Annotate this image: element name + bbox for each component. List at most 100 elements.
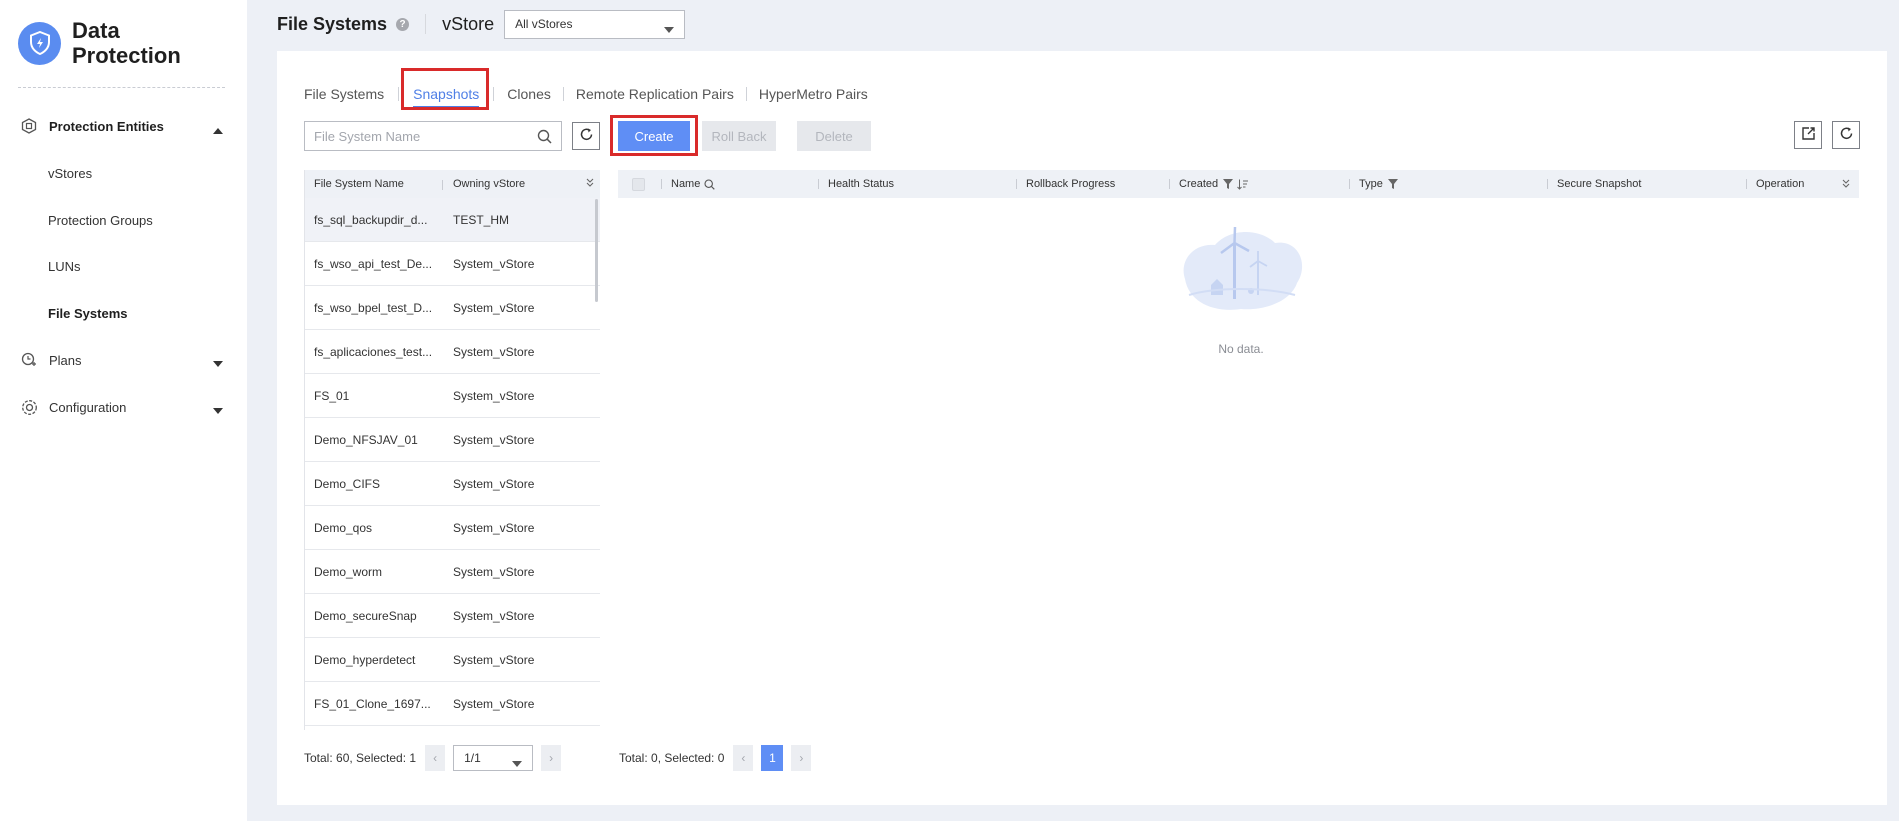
table-row[interactable]: Demo_secureSnap System_vStore [305, 594, 600, 638]
search-placeholder: File System Name [314, 128, 421, 144]
cell-owning-vstore: TEST_HM [453, 212, 510, 227]
refresh-icon [1839, 126, 1854, 144]
table-row[interactable]: Demo_NFSJAV_01 System_vStore [305, 418, 600, 462]
next-page-button[interactable]: › [791, 745, 812, 771]
table-row[interactable]: Demo_CIFS System_vStore [305, 462, 600, 506]
column-name[interactable]: Name [660, 170, 716, 198]
tab-divider [562, 87, 564, 101]
cell-owning-vstore: System_vStore [453, 432, 535, 447]
cell-file-system-name: fs_sql_backupdir_d... [314, 212, 428, 227]
sidebar-item-luns[interactable]: LUNs [48, 259, 81, 274]
tab-clones[interactable]: Clones [507, 77, 551, 111]
search-icon[interactable] [537, 129, 552, 147]
column-health-status[interactable]: Health Status [817, 170, 894, 198]
column-created[interactable]: Created [1168, 170, 1249, 198]
column-label: Created [1179, 178, 1219, 190]
table-scrollbar[interactable] [595, 199, 598, 302]
sidebar-item-vstores[interactable]: vStores [48, 166, 92, 181]
page-select[interactable]: 1/1 [453, 745, 534, 771]
search-icon[interactable] [704, 178, 716, 190]
vstore-label: vStore [442, 13, 495, 34]
cell-file-system-name: fs_wso_api_test_De... [314, 256, 433, 271]
nav-group-label: Configuration [49, 399, 127, 415]
highlight-box-snapshots [401, 68, 489, 110]
export-icon [1801, 126, 1816, 144]
table-row[interactable]: fs_sql_backupdir_d... TEST_HM [305, 198, 600, 242]
help-icon[interactable]: ? [396, 17, 410, 31]
cell-file-system-name: Demo_NFSJAV_01 [314, 432, 418, 447]
filter-icon[interactable] [1387, 179, 1398, 189]
tab-divider [398, 87, 400, 101]
nav-group-plans[interactable]: Plans [0, 343, 247, 377]
page-select-value: 1/1 [464, 751, 481, 765]
cell-owning-vstore: System_vStore [453, 564, 535, 579]
cell-owning-vstore: System_vStore [453, 300, 535, 315]
chevron-right-icon: › [549, 751, 554, 765]
page-number-button[interactable]: 1 [761, 745, 784, 771]
column-operation[interactable]: Operation [1745, 170, 1804, 198]
shield-logo-icon [18, 21, 61, 65]
table-row[interactable]: fs_wso_bpel_test_D... System_vStore [305, 286, 600, 330]
export-button[interactable] [1794, 121, 1822, 149]
cell-file-system-name: Demo_worm [314, 564, 383, 579]
gear-icon [20, 398, 38, 416]
entities-icon [20, 117, 38, 135]
tab-divider [745, 87, 747, 101]
prev-page-button[interactable]: ‹ [425, 745, 446, 771]
column-rollback-progress[interactable]: Rollback Progress [1015, 170, 1115, 198]
table-row[interactable]: FS_01 System_vStore [305, 374, 600, 418]
cell-owning-vstore: System_vStore [453, 388, 535, 403]
nav-group-protection-entities[interactable]: Protection Entities [0, 109, 247, 143]
refresh-button[interactable] [572, 122, 600, 150]
cell-owning-vstore: System_vStore [453, 344, 535, 359]
refresh-table-button[interactable] [1832, 121, 1860, 149]
cell-file-system-name: fs_wso_bpel_test_D... [314, 300, 433, 315]
filter-icon[interactable] [1223, 179, 1234, 189]
select-all-checkbox[interactable] [632, 170, 645, 198]
roll-back-button[interactable]: Roll Back [702, 121, 776, 151]
tab-file-systems[interactable]: File Systems [304, 77, 384, 111]
column-type[interactable]: Type [1349, 170, 1398, 198]
column-file-system-name[interactable]: File System Name [305, 178, 443, 190]
cell-owning-vstore: System_vStore [453, 608, 535, 623]
table-row[interactable]: FS_01_Clone_1697... System_vStore [305, 682, 600, 726]
search-input[interactable]: File System Name [304, 121, 562, 151]
delete-button[interactable]: Delete [797, 121, 871, 151]
table-header: Name Health Status Rollback Progress Cre… [618, 170, 1859, 198]
left-total-text: Total: 60, Selected: 1 [304, 751, 417, 765]
cell-owning-vstore: System_vStore [453, 256, 535, 271]
column-owning-vstore[interactable]: Owning vStore [443, 178, 525, 190]
file-system-table: File System Name Owning vStore fs_sql_ba… [304, 170, 600, 730]
sidebar-item-file-systems[interactable]: File Systems [48, 306, 128, 321]
page-header: File Systems ? vStore All vStores [277, 9, 686, 39]
cell-file-system-name: Demo_secureSnap [314, 608, 417, 623]
table-row[interactable]: Demo_qos System_vStore [305, 506, 600, 550]
table-row[interactable]: fs_aplicaciones_test... System_vStore [305, 330, 600, 374]
table-row[interactable]: fs_wso_api_test_De... System_vStore [305, 242, 600, 286]
nav-group-label: Protection Entities [49, 118, 164, 134]
cell-file-system-name: Demo_hyperdetect [314, 652, 416, 667]
cell-file-system-name: Demo_CIFS [314, 476, 381, 491]
sort-icon[interactable] [1237, 179, 1249, 190]
next-page-button[interactable]: › [541, 745, 562, 771]
cell-owning-vstore: System_vStore [453, 696, 535, 711]
sidebar-item-protection-groups[interactable]: Protection Groups [48, 213, 153, 228]
table-row[interactable]: Demo_hyperdetect System_vStore [305, 638, 600, 682]
column-secure-snapshot[interactable]: Secure Snapshot [1546, 170, 1641, 198]
page-title: File Systems [277, 13, 388, 34]
tab-hypermetro-pairs[interactable]: HyperMetro Pairs [759, 77, 868, 111]
vstore-select[interactable]: All vStores [504, 9, 686, 39]
right-pagination: Total: 0, Selected: 0 ‹ 1 › [619, 745, 812, 771]
column-settings-icon[interactable] [586, 178, 594, 191]
tab-remote-replication-pairs[interactable]: Remote Replication Pairs [576, 77, 734, 111]
cell-file-system-name: Demo_qos [314, 520, 373, 535]
nav-group-configuration[interactable]: Configuration [0, 390, 247, 424]
cell-file-system-name: fs_aplicaciones_test... [314, 344, 433, 359]
table-row[interactable]: Demo_worm System_vStore [305, 550, 600, 594]
nav-group-label: Plans [49, 352, 82, 368]
chevron-down-icon [512, 756, 523, 770]
cell-owning-vstore: System_vStore [453, 476, 535, 491]
column-settings-icon[interactable] [1842, 170, 1850, 198]
cell-file-system-name: FS_01 [314, 388, 350, 403]
prev-page-button[interactable]: ‹ [733, 745, 754, 771]
